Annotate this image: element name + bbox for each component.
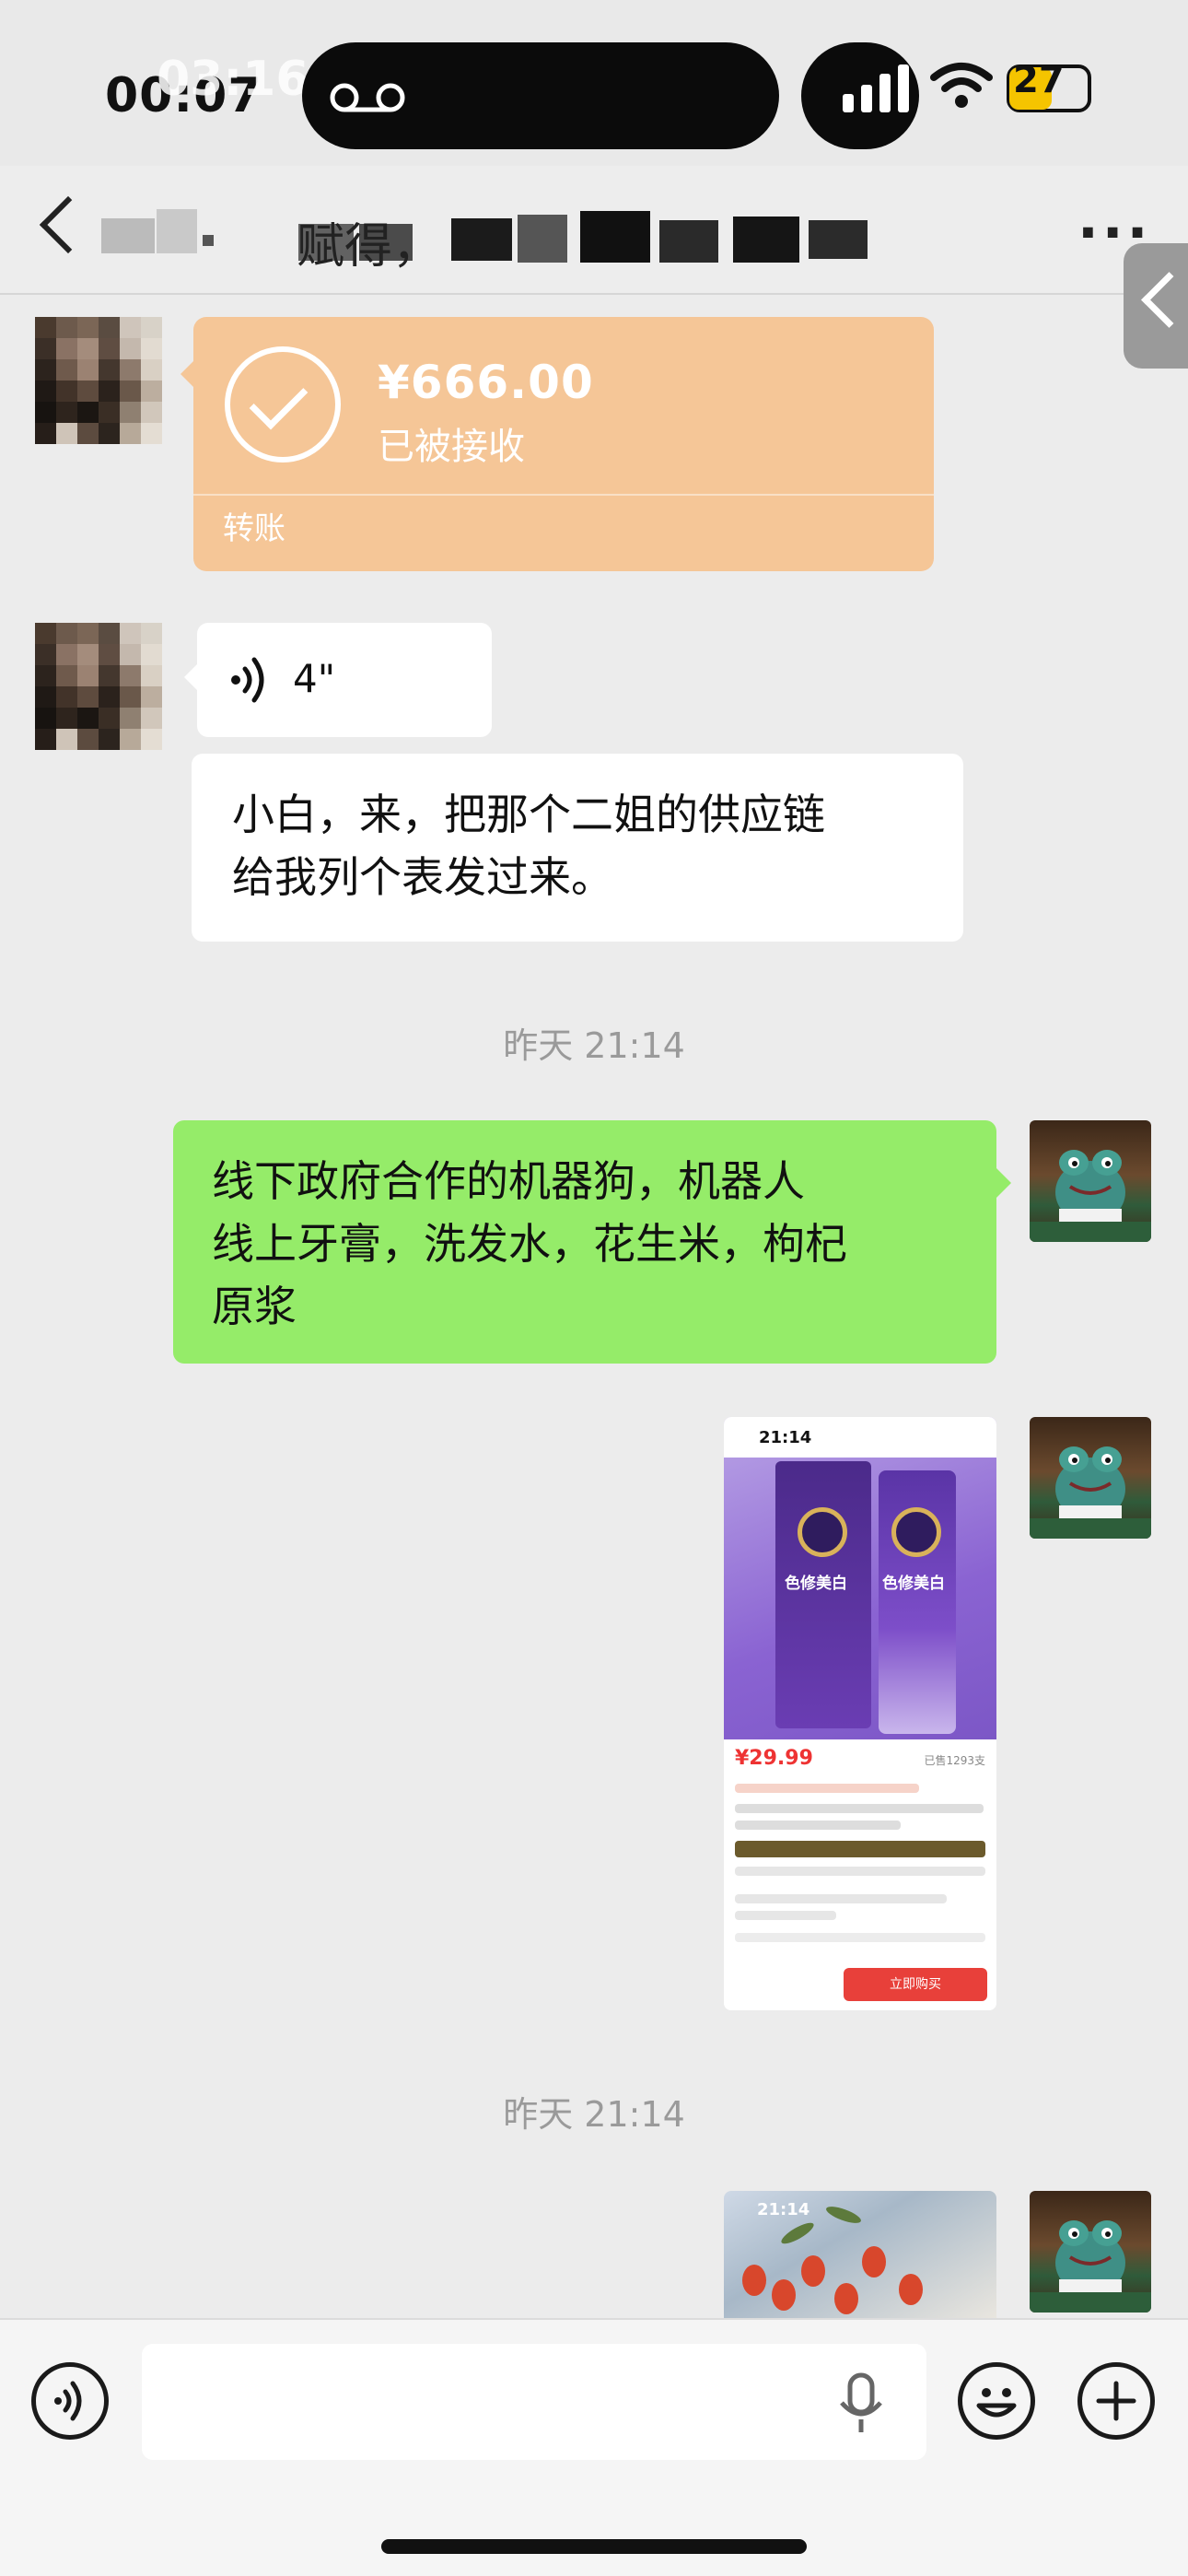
- pixelation-mask: [101, 209, 868, 263]
- title-row: [735, 1804, 984, 1813]
- bubble-tail: [184, 663, 198, 691]
- product-seal: [891, 1507, 941, 1557]
- bubble-tail: [996, 1168, 1011, 1198]
- goji-berry: [834, 2283, 858, 2314]
- transfer-label: 转账: [223, 510, 285, 547]
- chat-title-pixelated: 赋得，: [101, 198, 893, 275]
- emoji-button[interactable]: [958, 2362, 1035, 2440]
- brand-row: [735, 1841, 985, 1857]
- contact-avatar[interactable]: [35, 317, 162, 444]
- product-photo: 21:14 色修美白 色修美白: [724, 1417, 996, 1739]
- status-time-overlay: 03:16: [157, 52, 309, 107]
- text-message-outgoing[interactable]: 线下政府合作的机器狗，机器人 线上牙膏，洗发水，花生米，枸杞 原浆: [173, 1120, 996, 1364]
- toothpaste-box: 色修美白: [775, 1461, 871, 1728]
- message-input[interactable]: [142, 2344, 926, 2460]
- voice-input-button[interactable]: [31, 2362, 109, 2440]
- image-message-goji[interactable]: 21:14: [724, 2191, 996, 2318]
- goji-berry: [801, 2255, 825, 2287]
- goji-leaf: [824, 2203, 863, 2227]
- cellular-signal-icon: [843, 64, 909, 112]
- screenshot-time: 21:14: [759, 1428, 812, 1447]
- guarantee-row: [735, 1933, 985, 1942]
- buy-now-button: 立即购买: [844, 1968, 987, 2001]
- frog-avatar-image: [1030, 2220, 1151, 2313]
- dynamic-island: [302, 42, 779, 149]
- product-seal: [798, 1507, 847, 1557]
- goji-berry: [772, 2279, 796, 2311]
- goji-berry: [899, 2274, 923, 2305]
- voice-wave-icon: [54, 2381, 82, 2421]
- promo-row: [735, 1784, 919, 1793]
- wifi-icon: [930, 63, 993, 108]
- text-message-incoming[interactable]: 小白，来，把那个二姐的供应链 给我列个表发过来。: [192, 754, 963, 942]
- battery-percentage: 27: [1013, 59, 1065, 101]
- screenshot-status-bar: 21:14: [724, 1417, 996, 1458]
- transfer-status: 已被接收: [378, 426, 525, 468]
- goji-berry: [742, 2265, 766, 2296]
- frog-avatar-image: [1030, 1446, 1151, 1539]
- product-details: ¥29.99 已售1293支 立即购买: [724, 1739, 996, 2010]
- product-brand-left: 色修美白: [785, 1575, 847, 1593]
- voice-wave-icon: [231, 657, 264, 703]
- plus-icon: [1096, 2381, 1136, 2421]
- transfer-divider: [193, 494, 934, 496]
- screenshot-time: 21:14: [757, 2200, 810, 2219]
- message-timestamp: 昨天 21:14: [503, 2094, 685, 2135]
- shipping-row: [735, 1911, 836, 1920]
- voicemail-icon: [330, 83, 405, 112]
- goji-leaf: [778, 2219, 817, 2248]
- home-indicator: [381, 2539, 807, 2554]
- toothpaste-tube: 色修美白: [879, 1470, 956, 1734]
- smiley-icon: [976, 2388, 1017, 2418]
- shipping-row: [735, 1894, 947, 1903]
- product-sold-count: 已售1293支: [924, 1754, 985, 1767]
- my-avatar[interactable]: [1030, 1417, 1151, 1539]
- my-avatar[interactable]: [1030, 1120, 1151, 1242]
- service-row: [735, 1867, 985, 1876]
- transfer-amount: ¥666.00: [378, 356, 594, 409]
- contact-avatar[interactable]: [35, 623, 162, 750]
- microphone-icon[interactable]: [836, 2371, 886, 2436]
- product-brand-right: 色修美白: [882, 1575, 945, 1593]
- my-avatar[interactable]: [1030, 2191, 1151, 2313]
- more-functions-button[interactable]: [1077, 2362, 1155, 2440]
- frog-avatar-image: [1030, 1150, 1151, 1242]
- voice-duration: 4": [293, 656, 336, 701]
- message-timestamp: 昨天 21:14: [503, 1025, 685, 1066]
- chat-title-fragment: 赋得，: [297, 219, 441, 275]
- product-price: ¥29.99: [735, 1747, 813, 1770]
- image-message-product[interactable]: 21:14 色修美白 色修美白 ¥29.99 已售1293支 立即购买: [724, 1417, 996, 2010]
- goji-berry: [862, 2246, 886, 2277]
- title-row: [735, 1821, 901, 1830]
